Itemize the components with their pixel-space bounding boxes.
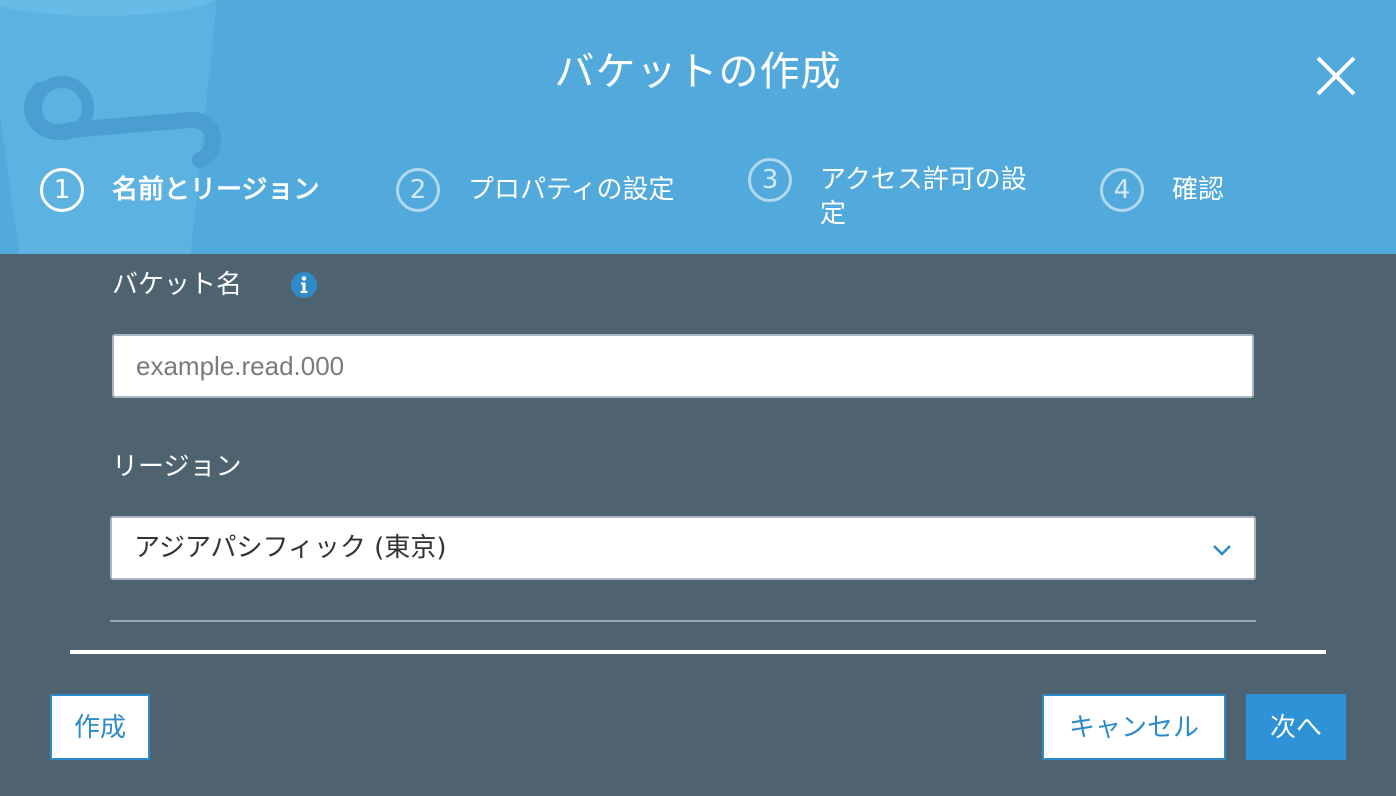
wizard-steps: 1 名前とリージョン 2 プロパティの設定 3 アクセス許可の設定 4 確認	[0, 0, 1396, 254]
next-button[interactable]: 次へ	[1246, 694, 1346, 760]
step-number: 2	[396, 168, 440, 212]
footer-divider	[70, 650, 1326, 654]
chevron-down-icon	[1213, 545, 1231, 556]
info-icon[interactable]	[290, 271, 318, 299]
step-number: 4	[1100, 168, 1144, 212]
create-button[interactable]: 作成	[50, 694, 150, 760]
region-label: リージョン	[112, 452, 242, 482]
cancel-button[interactable]: キャンセル	[1042, 694, 1226, 760]
step-set-permissions[interactable]: 3 アクセス許可の設定	[748, 158, 1058, 231]
step-label: 名前とリージョン	[112, 175, 320, 205]
step-number: 3	[748, 158, 792, 202]
bucket-name-label: バケット名	[112, 270, 243, 300]
bucket-name-input[interactable]	[112, 334, 1254, 398]
step-label: 確認	[1172, 175, 1225, 205]
step-label: プロパティの設定	[468, 175, 675, 205]
step-name-and-region[interactable]: 1 名前とリージョン	[40, 168, 319, 212]
dialog-header: バケットの作成 1 名前とリージョン 2 プロパティの設定 3 アクセス許可の設…	[0, 0, 1396, 254]
region-selected-value: アジアパシフィック (東京)	[134, 533, 447, 563]
region-select[interactable]: アジアパシフィック (東京)	[110, 516, 1256, 580]
step-number: 1	[40, 168, 84, 212]
step-configure-properties[interactable]: 2 プロパティの設定	[396, 168, 674, 212]
step-label: アクセス許可の設定	[820, 165, 1027, 229]
create-bucket-dialog: バケットの作成 1 名前とリージョン 2 プロパティの設定 3 アクセス許可の設…	[0, 0, 1396, 796]
form-divider	[110, 620, 1256, 622]
step-review[interactable]: 4 確認	[1100, 168, 1224, 212]
